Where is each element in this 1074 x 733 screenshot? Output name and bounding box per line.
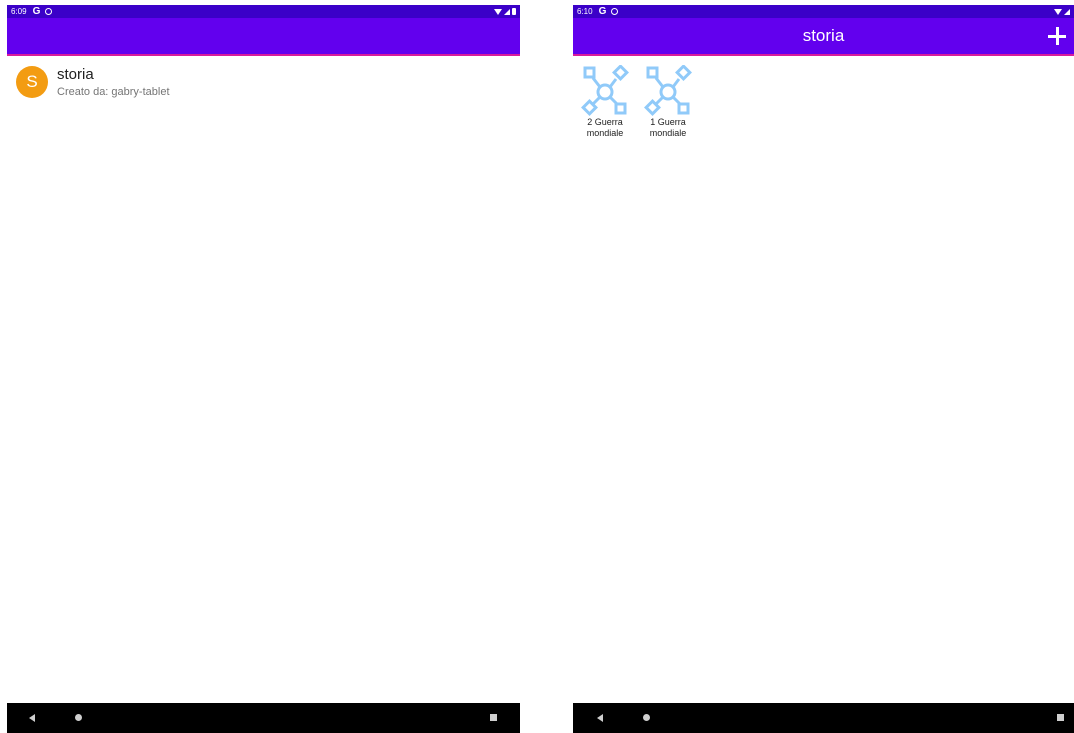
status-time: 6:10 <box>577 7 593 16</box>
map-label: 1 Guerra mondiale <box>640 117 696 139</box>
project-title: storia <box>57 66 94 83</box>
back-icon[interactable] <box>29 714 35 722</box>
wifi-icon <box>494 8 502 15</box>
screen-project-list: 6:09 G S storia Creato da: gabry-tablet <box>7 5 520 733</box>
map-label-line2: mondiale <box>586 128 624 138</box>
project-avatar: S <box>16 66 48 98</box>
map-label-line1: 2 Guerra <box>587 117 623 127</box>
screen-project-detail: 6:10 G storia 2 Guerra mondiale 1 Guerra… <box>573 5 1074 733</box>
sync-icon <box>611 8 619 15</box>
project-list-item[interactable]: S storia Creato da: gabry-tablet <box>7 63 520 103</box>
status-indicators <box>1054 8 1070 15</box>
status-bar: 6:09 G <box>7 5 520 18</box>
battery-icon <box>512 8 516 15</box>
navigation-bar <box>7 703 520 733</box>
map-item[interactable]: 2 Guerra mondiale <box>573 65 637 139</box>
app-bar: storia <box>573 18 1074 56</box>
recents-icon[interactable] <box>1057 714 1064 721</box>
mind-map-icon <box>581 65 629 116</box>
status-bar: 6:10 G <box>573 5 1074 18</box>
home-icon[interactable] <box>643 714 650 721</box>
map-label: 2 Guerra mondiale <box>577 117 633 139</box>
recents-icon[interactable] <box>490 714 497 721</box>
signal-icon <box>1064 8 1070 15</box>
page-title: storia <box>802 26 845 45</box>
wifi-icon <box>1054 8 1062 15</box>
signal-icon <box>504 8 510 15</box>
map-item[interactable]: 1 Guerra mondiale <box>636 65 700 139</box>
google-icon: G <box>598 6 607 17</box>
map-label-line2: mondiale <box>649 128 687 138</box>
add-map-button[interactable] <box>1046 25 1068 47</box>
status-indicators <box>494 8 516 15</box>
status-time: 6:09 <box>11 7 27 16</box>
app-bar <box>7 18 520 56</box>
mind-map-icon <box>644 65 692 116</box>
home-icon[interactable] <box>75 714 82 721</box>
map-label-line1: 1 Guerra <box>650 117 686 127</box>
sync-icon <box>45 8 53 15</box>
project-subtitle: Creato da: gabry-tablet <box>57 86 170 98</box>
navigation-bar <box>573 703 1074 733</box>
google-icon: G <box>32 6 41 17</box>
back-icon[interactable] <box>597 714 603 722</box>
